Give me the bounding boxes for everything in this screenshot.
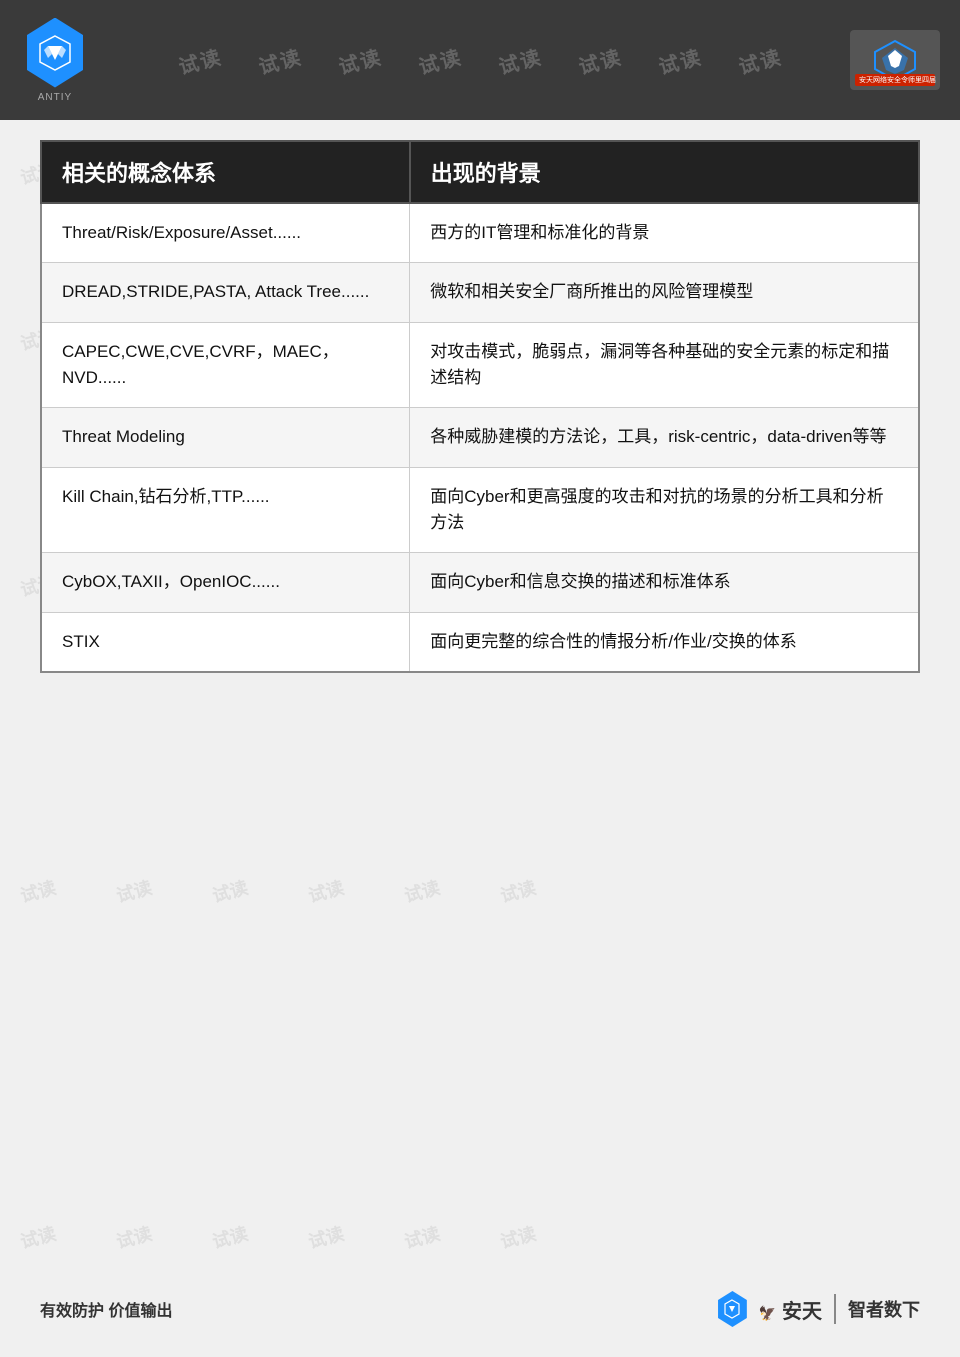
bwm22: 试读	[305, 874, 347, 908]
header-watermarks: 试读 试读 试读 试读 试读 试读 试读 试读	[0, 0, 960, 120]
cell-left-1: DREAD,STRIDE,PASTA, Attack Tree......	[41, 263, 410, 322]
bwm26: 试读	[113, 1220, 155, 1254]
cell-left-5: CybOX,TAXII，OpenIOC......	[41, 553, 410, 612]
bwm23: 试读	[401, 874, 443, 908]
wm4: 试读	[415, 40, 465, 79]
cell-left-0: Threat/Risk/Exposure/Asset......	[41, 203, 410, 263]
col1-header: 相关的概念体系	[41, 141, 410, 203]
header-right-img: 安天网络安全令师里四届	[850, 30, 940, 90]
cell-left-2: CAPEC,CWE,CVE,CVRF，MAEC，NVD......	[41, 322, 410, 408]
table-row: CAPEC,CWE,CVE,CVRF，MAEC，NVD......对攻击模式，脆…	[41, 322, 919, 408]
bwm29: 试读	[401, 1220, 443, 1254]
footer: 有效防护 价值输出 🦅 安天 智者数下	[40, 1291, 920, 1327]
footer-tagline: 有效防护 价值输出	[40, 1297, 172, 1321]
col2-header: 出现的背景	[410, 141, 919, 203]
cell-right-0: 西方的IT管理和标准化的背景	[410, 203, 919, 263]
table-row: STIX面向更完整的综合性的情报分析/作业/交换的体系	[41, 612, 919, 672]
footer-separator	[834, 1294, 836, 1324]
logo-text: ANTIY	[38, 92, 72, 103]
wm7: 试读	[655, 40, 705, 79]
table-row: Threat Modeling各种威胁建模的方法论，工具，risk-centri…	[41, 408, 919, 467]
cell-right-2: 对攻击模式，脆弱点，漏洞等各种基础的安全元素的标定和描述结构	[410, 322, 919, 408]
cell-left-3: Threat Modeling	[41, 408, 410, 467]
footer-slogan: 智者数下	[848, 1296, 920, 1322]
bwm27: 试读	[209, 1220, 251, 1254]
bwm24: 试读	[497, 874, 539, 908]
cell-right-1: 微软和相关安全厂商所推出的风险管理模型	[410, 263, 919, 322]
wm1: 试读	[175, 40, 225, 79]
cell-right-3: 各种威胁建模的方法论，工具，risk-centric，data-driven等等	[410, 408, 919, 467]
wm5: 试读	[495, 40, 545, 79]
cell-right-6: 面向更完整的综合性的情报分析/作业/交换的体系	[410, 612, 919, 672]
table-row: DREAD,STRIDE,PASTA, Attack Tree......微软和…	[41, 263, 919, 322]
bwm30: 试读	[497, 1220, 539, 1254]
cell-left-4: Kill Chain,钻石分析,TTP......	[41, 467, 410, 553]
wm3: 试读	[335, 40, 385, 79]
footer-right: 🦅 安天 智者数下	[714, 1291, 920, 1327]
bwm20: 试读	[113, 874, 155, 908]
table-row: Kill Chain,钻石分析,TTP......面向Cyber和更高强度的攻击…	[41, 467, 919, 553]
cell-left-6: STIX	[41, 612, 410, 672]
header-right-logo: 安天网络安全令师里四届	[850, 30, 940, 90]
cell-right-4: 面向Cyber和更高强度的攻击和对抗的场景的分析工具和分析方法	[410, 467, 919, 553]
header: ANTIY 试读 试读 试读 试读 试读 试读 试读 试读 安天网络安全令师里四…	[0, 0, 960, 120]
footer-logo-diamond	[714, 1291, 750, 1327]
cell-right-5: 面向Cyber和信息交换的描述和标准体系	[410, 553, 919, 612]
logo-diamond	[20, 18, 90, 88]
table-row: Threat/Risk/Exposure/Asset......西方的IT管理和…	[41, 203, 919, 263]
antiy-badge: 安天网络安全令师里四届	[855, 74, 935, 86]
bwm25: 试读	[17, 1220, 59, 1254]
logo-wrapper: ANTIY	[20, 18, 90, 103]
table-row: CybOX,TAXII，OpenIOC......面向Cyber和信息交换的描述…	[41, 553, 919, 612]
bwm28: 试读	[305, 1220, 347, 1254]
wm2: 试读	[255, 40, 305, 79]
wm8: 试读	[735, 40, 785, 79]
bwm21: 试读	[209, 874, 251, 908]
concept-table: 相关的概念体系 出现的背景 Threat/Risk/Exposure/Asset…	[40, 140, 920, 673]
footer-brand: 🦅 安天	[758, 1295, 822, 1324]
bwm19: 试读	[17, 874, 59, 908]
wm6: 试读	[575, 40, 625, 79]
main-content: 相关的概念体系 出现的背景 Threat/Risk/Exposure/Asset…	[40, 140, 920, 673]
